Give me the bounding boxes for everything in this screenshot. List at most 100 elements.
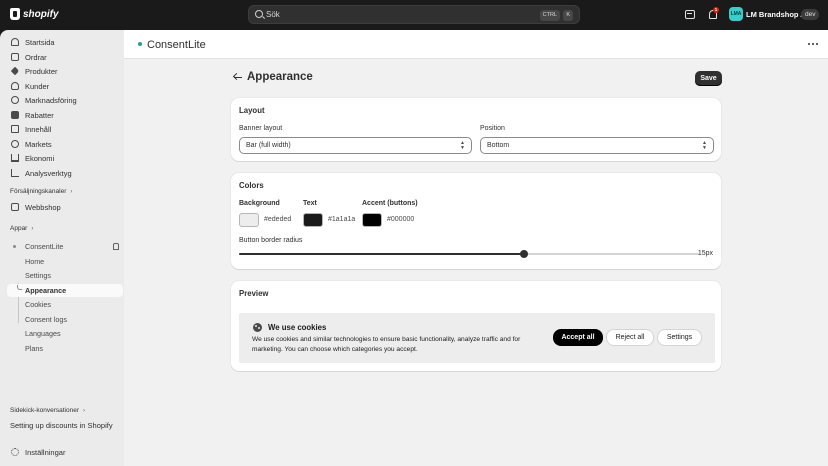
accept-all-button[interactable]: Accept all — [553, 329, 603, 346]
banner-text: We use cookies and similar technologies … — [252, 336, 521, 353]
shopify-bag-icon — [10, 8, 20, 20]
select-value: Bar (full width) — [246, 142, 291, 149]
sidebar-item-marknadsforing[interactable]: Marknadsföring — [7, 93, 123, 107]
sidebar-item-webbshop[interactable]: Webbshop — [7, 200, 123, 214]
preview-card: Preview We use cookies We use cookies an… — [231, 281, 721, 371]
more-icon[interactable] — [808, 43, 818, 46]
app-dot-icon — [13, 245, 16, 248]
sidebar-subitem-consent-logs[interactable]: Consent logs — [7, 313, 123, 326]
home-icon — [11, 38, 19, 46]
sidebar-item-analysverktyg[interactable]: Analysverktyg — [7, 166, 123, 180]
sidebar-item-label: Webbshop — [25, 202, 61, 212]
app-name: ConsentLite — [25, 242, 64, 251]
page-title: Appearance — [247, 71, 313, 83]
cookie-settings-button[interactable]: Settings — [657, 329, 702, 346]
shortcut-k-key: K — [563, 10, 573, 21]
shortcut-ctrl-key: CTRL — [539, 10, 560, 21]
section-label: Sidekick-konversationer — [10, 407, 80, 414]
text-color-swatch[interactable] — [303, 213, 323, 227]
sidekick-conversation[interactable]: Setting up discounts in Shopify — [10, 421, 113, 430]
card-title: Preview — [239, 289, 269, 298]
accent-color-value: #000000 — [387, 216, 415, 223]
sidebar-item-label: Ekonomi — [25, 153, 55, 163]
sidebar-item-label: Analysverktyg — [25, 168, 72, 178]
store-icon[interactable] — [685, 10, 695, 19]
section-label: Appar — [10, 225, 28, 232]
sidebar-item-innehall[interactable]: Innehåll — [7, 122, 123, 136]
subitem-label: Plans — [25, 344, 43, 353]
sidebar-item-kunder[interactable]: Kunder — [7, 79, 123, 93]
notification-badge: 1 — [713, 7, 719, 13]
save-button[interactable]: Save — [695, 71, 722, 86]
app-logo-icon — [138, 42, 142, 46]
env-badge: dev — [801, 9, 820, 20]
sidebar-item-installningar[interactable]: Inställningar — [7, 445, 123, 459]
sidebar-app-consentlite[interactable]: ConsentLite — [7, 240, 123, 253]
sidebar-subitem-home[interactable]: Home — [7, 255, 123, 268]
subitem-label: Languages — [25, 329, 61, 338]
banner-layout-select[interactable]: Bar (full width) ▲ ▼ — [239, 137, 472, 154]
background-color-swatch[interactable] — [239, 213, 259, 227]
background-color-label: Background — [239, 200, 280, 207]
sidebar-item-label: Produkter — [25, 66, 58, 76]
chart-icon — [11, 169, 19, 177]
sidebar-item-ekonomi[interactable]: Ekonomi — [7, 151, 123, 165]
sidebar-item-ordrar[interactable]: Ordrar — [7, 50, 123, 64]
sidebar-subitem-plans[interactable]: Plans — [7, 342, 123, 355]
banner-title: We use cookies — [268, 323, 327, 332]
subitem-label: Settings — [25, 271, 51, 280]
sidebar-item-produkter[interactable]: Produkter — [7, 64, 123, 78]
position-select[interactable]: Bottom ▲ ▼ — [480, 137, 714, 154]
colors-card: Colors Background #ededed Text #1a1a1a A… — [231, 173, 721, 269]
banner-layout-label: Banner layout — [239, 125, 283, 132]
sidebar-item-markets[interactable]: Markets — [7, 137, 123, 151]
reject-all-button[interactable]: Reject all — [606, 329, 654, 346]
sidebar: Startsida Ordrar Produkter Kunder Markna… — [0, 30, 124, 466]
accent-color-label: Accent (buttons) — [362, 200, 418, 207]
sidebar-subitem-cookies[interactable]: Cookies — [7, 298, 123, 311]
chevron-updown-icon: ▲ ▼ — [702, 140, 707, 151]
border-radius-value: 15px — [697, 250, 713, 257]
sidebar-item-label: Kunder — [25, 81, 50, 91]
sidebar-subitem-appearance[interactable]: Appearance — [7, 284, 123, 297]
apps-header[interactable]: Appar › — [10, 225, 33, 232]
discount-icon — [11, 111, 19, 119]
card-title: Layout — [239, 106, 265, 115]
shopify-logo[interactable]: shopify — [10, 8, 59, 20]
avatar[interactable]: LMA — [729, 7, 743, 21]
main-content: ConsentLite Appearance Save Layout Banne… — [124, 30, 828, 466]
sidebar-item-rabatter[interactable]: Rabatter — [7, 108, 123, 122]
sidekick-header[interactable]: Sidekick-konversationer › — [10, 407, 85, 414]
search-bar[interactable]: Sök CTRL K — [248, 5, 580, 24]
sidebar-subitem-languages[interactable]: Languages — [7, 327, 123, 340]
sidebar-item-label: Marknadsföring — [25, 95, 77, 105]
search-icon — [255, 10, 263, 18]
sidebar-subitem-settings[interactable]: Settings — [7, 269, 123, 282]
person-icon — [11, 82, 19, 90]
slider-thumb[interactable] — [520, 250, 529, 258]
cookie-icon — [253, 323, 262, 332]
subitem-label: Home — [25, 257, 45, 266]
pin-icon[interactable] — [113, 243, 119, 250]
sales-channels-header[interactable]: Försäljningskanaler › — [10, 188, 72, 195]
gear-icon — [11, 448, 19, 456]
sidebar-item-startsida[interactable]: Startsida — [7, 35, 123, 49]
cookie-banner-preview: We use cookies We use cookies and simila… — [239, 313, 715, 363]
order-icon — [11, 53, 19, 61]
content-icon — [11, 125, 19, 133]
border-radius-slider[interactable] — [239, 250, 699, 258]
back-arrow-icon[interactable] — [233, 72, 243, 82]
chevron-updown-icon: ▲ ▼ — [460, 140, 465, 151]
slider-fill — [239, 253, 525, 255]
tag-icon — [10, 66, 20, 76]
sidebar-item-label: Inställningar — [25, 447, 66, 457]
text-color-value: #1a1a1a — [328, 216, 356, 223]
globe-icon — [11, 140, 19, 148]
card-title: Colors — [239, 181, 264, 190]
search-placeholder: Sök — [266, 10, 280, 19]
border-radius-label: Button border radius — [239, 237, 303, 244]
accent-color-swatch[interactable] — [362, 213, 382, 227]
app-header: ConsentLite — [124, 30, 828, 59]
chevron-right-icon: › — [31, 225, 34, 232]
top-bar: shopify Sök CTRL K 1 LMA LM Brandshop AB… — [0, 0, 828, 30]
